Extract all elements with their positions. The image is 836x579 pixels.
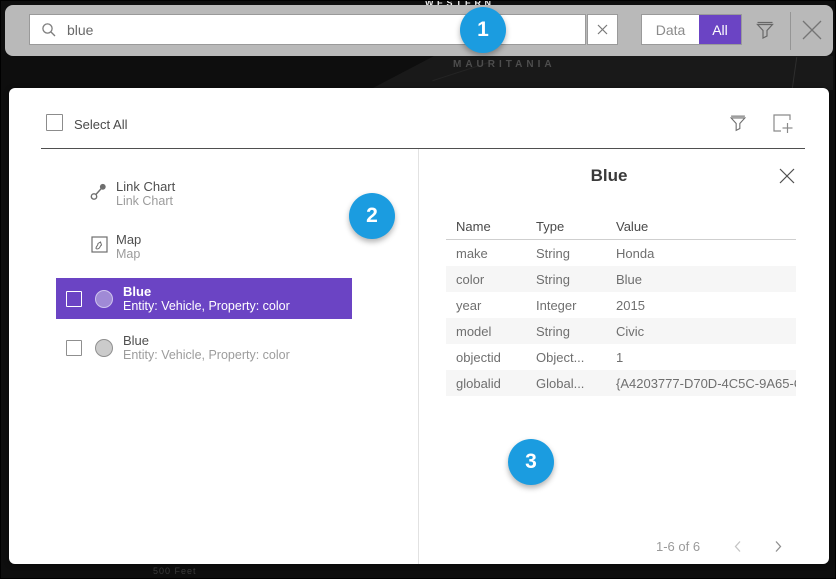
add-selection-icon [771,112,795,134]
result-link-chart-title[interactable]: Link Chart [116,179,175,194]
column-type: Type [526,219,606,234]
property-table-header: Name Type Value [446,214,796,240]
filter-icon [753,18,777,42]
search-icon [41,22,57,38]
pagination-next-button[interactable] [771,539,785,554]
map-landmass [369,56,833,90]
result-title: Blue [123,284,290,299]
table-row: year Integer 2015 [446,292,796,318]
toolbar-filter-button[interactable] [753,18,777,42]
callout-badge-3: 3 [508,439,554,485]
scope-all-button[interactable]: All [699,15,741,44]
panel-filter-button[interactable] [727,112,749,134]
toolbar-close-button[interactable] [799,17,825,43]
scope-data-button[interactable]: Data [642,15,699,44]
detail-close-button[interactable] [778,167,796,185]
cell-value: 1 [606,350,796,365]
result-map-subtitle: Map [116,247,140,261]
map-label-mauritania: MAURITANIA [453,59,556,70]
column-value: Value [606,219,796,234]
map-scale-label: 500 Feet [153,566,197,576]
table-row: color String Blue [446,266,796,292]
chevron-right-icon [771,539,785,554]
close-icon [799,17,825,43]
close-icon [778,167,796,185]
result-checkbox[interactable] [66,291,82,307]
cell-name: globalid [446,376,526,391]
panel-header-divider [41,148,805,149]
chevron-left-icon [731,539,745,554]
clear-icon [596,23,609,36]
cell-type: String [526,272,606,287]
toolbar-divider [790,12,791,50]
select-all-checkbox[interactable] [46,114,63,131]
cell-type: Object... [526,350,606,365]
result-subtitle: Entity: Vehicle, Property: color [123,299,290,314]
result-blue-selected[interactable]: Blue Entity: Vehicle, Property: color [56,278,352,319]
cell-value: Blue [606,272,796,287]
cell-type: Global... [526,376,606,391]
cell-name: model [446,324,526,339]
cell-value: {A4203777-D70D-4C5C-9A65-C... [606,376,796,391]
table-row: globalid Global... {A4203777-D70D-4C5C-9… [446,370,796,396]
add-to-map-button[interactable] [771,112,795,134]
result-subtitle: Entity: Vehicle, Property: color [123,348,290,363]
app-window: WESTERN MAURITANIA 500 Feet Data All [0,0,836,579]
callout-badge-1: 1 [460,7,506,53]
pagination-range: 1-6 of 6 [656,539,700,554]
cell-name: year [446,298,526,313]
table-row: objectid Object... 1 [446,344,796,370]
result-link-chart-subtitle: Link Chart [116,194,173,208]
pagination-prev-button[interactable] [731,539,745,554]
map-icon [91,236,108,258]
cell-value: 2015 [606,298,796,313]
entity-circle-icon [95,290,113,308]
result-blue-unselected[interactable]: Blue Entity: Vehicle, Property: color [56,329,352,367]
cell-type: Integer [526,298,606,313]
result-map-title[interactable]: Map [116,232,141,247]
clear-search-button[interactable] [587,14,618,45]
result-checkbox[interactable] [66,340,82,356]
link-chart-icon [90,182,108,206]
panel-column-divider [418,149,419,564]
column-name: Name [446,219,526,234]
search-toolbar: Data All [5,5,833,56]
result-title: Blue [123,333,290,348]
cell-value: Civic [606,324,796,339]
filter-icon [727,112,749,134]
property-table: Name Type Value make String Honda color … [446,214,796,396]
entity-circle-icon [95,339,113,357]
cell-name: objectid [446,350,526,365]
cell-value: Honda [606,246,796,261]
table-row: make String Honda [446,240,796,266]
callout-badge-2: 2 [349,193,395,239]
table-row: model String Civic [446,318,796,344]
cell-name: make [446,246,526,261]
scope-toggle: Data All [641,14,742,45]
cell-type: String [526,246,606,261]
cell-type: String [526,324,606,339]
select-all-label: Select All [74,117,127,132]
search-results-panel: Select All Link Chart Link Cha [9,88,829,564]
cell-name: color [446,272,526,287]
detail-title: Blue [429,166,789,186]
